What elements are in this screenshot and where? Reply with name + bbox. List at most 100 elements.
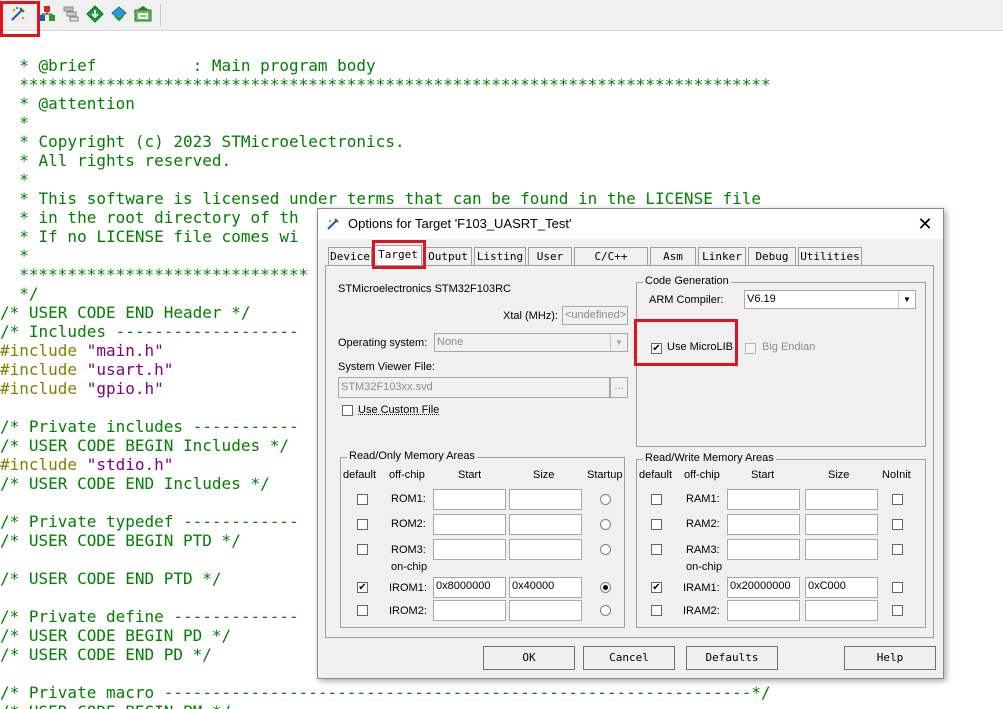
manage-project-items-icon[interactable] bbox=[37, 4, 57, 24]
iram2-noinit-checkbox[interactable] bbox=[892, 605, 903, 616]
close-button[interactable]: ✕ bbox=[914, 213, 936, 235]
big-endian-checkbox[interactable] bbox=[745, 343, 756, 354]
code-text: * @attention bbox=[0, 94, 135, 113]
irom2-label: IROM2: bbox=[389, 605, 427, 617]
code-line: #include "gpio.h" bbox=[0, 379, 164, 398]
tab-output[interactable]: Output bbox=[424, 247, 472, 265]
rom1-size-input[interactable] bbox=[509, 489, 582, 510]
iram2-start-input[interactable] bbox=[727, 600, 800, 621]
rom3-size-input[interactable] bbox=[509, 539, 582, 560]
rom1-default-checkbox[interactable] bbox=[357, 494, 368, 505]
irom1-default-checkbox[interactable]: ✔ bbox=[357, 582, 368, 593]
rom1-start-input[interactable] bbox=[433, 489, 506, 510]
use-custom-file-checkbox[interactable] bbox=[342, 405, 353, 416]
ram1-noinit-checkbox[interactable] bbox=[892, 494, 903, 505]
tab-linker[interactable]: Linker bbox=[698, 247, 746, 265]
help-button[interactable]: Help bbox=[844, 646, 936, 670]
irom2-startup-radio[interactable] bbox=[600, 605, 611, 616]
iram2-default-checkbox[interactable] bbox=[651, 605, 662, 616]
ok-button[interactable]: OK bbox=[483, 646, 575, 670]
code-line: * in the root directory of th bbox=[0, 208, 298, 227]
defaults-button[interactable]: Defaults bbox=[686, 646, 778, 670]
run-time-environment-icon[interactable] bbox=[109, 4, 129, 24]
ram1-start-input[interactable] bbox=[727, 489, 800, 510]
iram1-default-checkbox[interactable]: ✔ bbox=[651, 582, 662, 593]
tab-listing[interactable]: Listing bbox=[474, 247, 526, 265]
rom1-startup-radio[interactable] bbox=[600, 494, 611, 505]
irom1-label: IROM1: bbox=[389, 582, 427, 594]
rom2-default-checkbox[interactable] bbox=[357, 519, 368, 530]
code-text: /* Private typedef ------------ bbox=[0, 512, 299, 531]
ram3-start-input[interactable] bbox=[727, 539, 800, 560]
ram2-start-input[interactable] bbox=[727, 514, 800, 535]
ro-onchip-label: on-chip bbox=[391, 561, 428, 573]
code-line: /* USER CODE BEGIN PM */ bbox=[0, 702, 231, 709]
rom2-startup-radio[interactable] bbox=[600, 519, 611, 530]
tab-debug[interactable]: Debug bbox=[748, 247, 796, 265]
xtal-label: Xtal (MHz): bbox=[503, 310, 558, 322]
books-icon[interactable] bbox=[133, 4, 153, 24]
irom1-size-input[interactable]: 0x40000 bbox=[509, 577, 582, 598]
code-generation-title: Code Generation bbox=[643, 275, 731, 287]
pack-installer-icon[interactable] bbox=[85, 4, 105, 24]
tab-user[interactable]: User bbox=[528, 247, 572, 265]
ram2-noinit-checkbox[interactable] bbox=[892, 519, 903, 530]
dialog-title-bar[interactable]: Options for Target 'F103_UASRT_Test' ✕ bbox=[318, 209, 943, 239]
ram1-size-input[interactable] bbox=[805, 489, 878, 510]
readwrite-memory-group: Read/Write Memory Areas default off-chip… bbox=[636, 452, 926, 628]
rom3-startup-radio[interactable] bbox=[600, 544, 611, 555]
code-text: * Copyright (c) 2023 STMicroelectronics. bbox=[0, 132, 405, 151]
code-line: /* USER CODE END PD */ bbox=[0, 645, 212, 664]
code-text: #include bbox=[0, 360, 87, 379]
rom2-size-input[interactable] bbox=[509, 514, 582, 535]
iram2-size-input[interactable] bbox=[805, 600, 878, 621]
code-line: * All rights reserved. bbox=[0, 151, 231, 170]
rw-header-offchip: off-chip bbox=[684, 469, 720, 481]
select-packs-icon[interactable] bbox=[61, 4, 81, 24]
svd-label: System Viewer File: bbox=[338, 361, 435, 373]
ro-header-size: Size bbox=[533, 469, 555, 481]
code-text: * @brief : Main program body bbox=[0, 56, 376, 75]
code-text: /* USER CODE END PTD */ bbox=[0, 569, 222, 588]
svd-file-input[interactable]: STM32F103xx.svd bbox=[338, 377, 610, 398]
code-line: /* USER CODE END Includes */ bbox=[0, 474, 270, 493]
tab-c-cpp[interactable]: C/C++ (AC6) bbox=[574, 247, 648, 281]
rom3-default-checkbox[interactable] bbox=[357, 544, 368, 555]
rom3-start-input[interactable] bbox=[433, 539, 506, 560]
code-line: /* USER CODE END PTD */ bbox=[0, 569, 222, 588]
tab-asm[interactable]: Asm bbox=[650, 247, 696, 265]
ram3-default-checkbox[interactable] bbox=[651, 544, 662, 555]
readonly-memory-title: Read/Only Memory Areas bbox=[347, 450, 477, 462]
rw-header-start: Start bbox=[751, 469, 775, 481]
svd-browse-button[interactable]: ... bbox=[610, 377, 628, 398]
rom2-start-input[interactable] bbox=[433, 514, 506, 535]
cancel-button[interactable]: Cancel bbox=[583, 646, 675, 670]
arm-compiler-value: V6.19 bbox=[747, 293, 776, 305]
code-line: * bbox=[0, 246, 29, 265]
irom2-default-checkbox[interactable] bbox=[357, 605, 368, 616]
xtal-input[interactable]: <undefined> bbox=[562, 306, 628, 325]
ram1-default-checkbox[interactable] bbox=[651, 494, 662, 505]
code-line: /* USER CODE BEGIN Includes */ bbox=[0, 436, 289, 455]
ro-header-start: Start bbox=[458, 469, 482, 481]
rom1-label: ROM1: bbox=[391, 493, 426, 505]
ram3-size-input[interactable] bbox=[805, 539, 878, 560]
code-string: "gpio.h" bbox=[86, 379, 164, 398]
ram3-noinit-checkbox[interactable] bbox=[892, 544, 903, 555]
arm-compiler-select[interactable]: V6.19 ▼ bbox=[744, 290, 916, 309]
ram2-default-checkbox[interactable] bbox=[651, 519, 662, 530]
irom2-size-input[interactable] bbox=[509, 600, 582, 621]
irom2-start-input[interactable] bbox=[433, 600, 506, 621]
code-line: /* Includes ------------------- bbox=[0, 322, 299, 341]
iram1-noinit-checkbox[interactable] bbox=[892, 582, 903, 593]
tab-device[interactable]: Device bbox=[328, 247, 372, 265]
options-icon-highlight bbox=[0, 1, 40, 37]
irom1-startup-radio[interactable] bbox=[600, 582, 611, 593]
iram1-size-input[interactable]: 0xC000 bbox=[805, 577, 878, 598]
tab-utilities[interactable]: Utilities bbox=[798, 247, 862, 265]
code-line: /* Private macro -----------------------… bbox=[0, 683, 771, 702]
ram2-size-input[interactable] bbox=[805, 514, 878, 535]
iram1-start-input[interactable]: 0x20000000 bbox=[727, 577, 800, 598]
irom1-start-input[interactable]: 0x8000000 bbox=[433, 577, 506, 598]
os-select[interactable]: None ▼ bbox=[434, 333, 628, 352]
